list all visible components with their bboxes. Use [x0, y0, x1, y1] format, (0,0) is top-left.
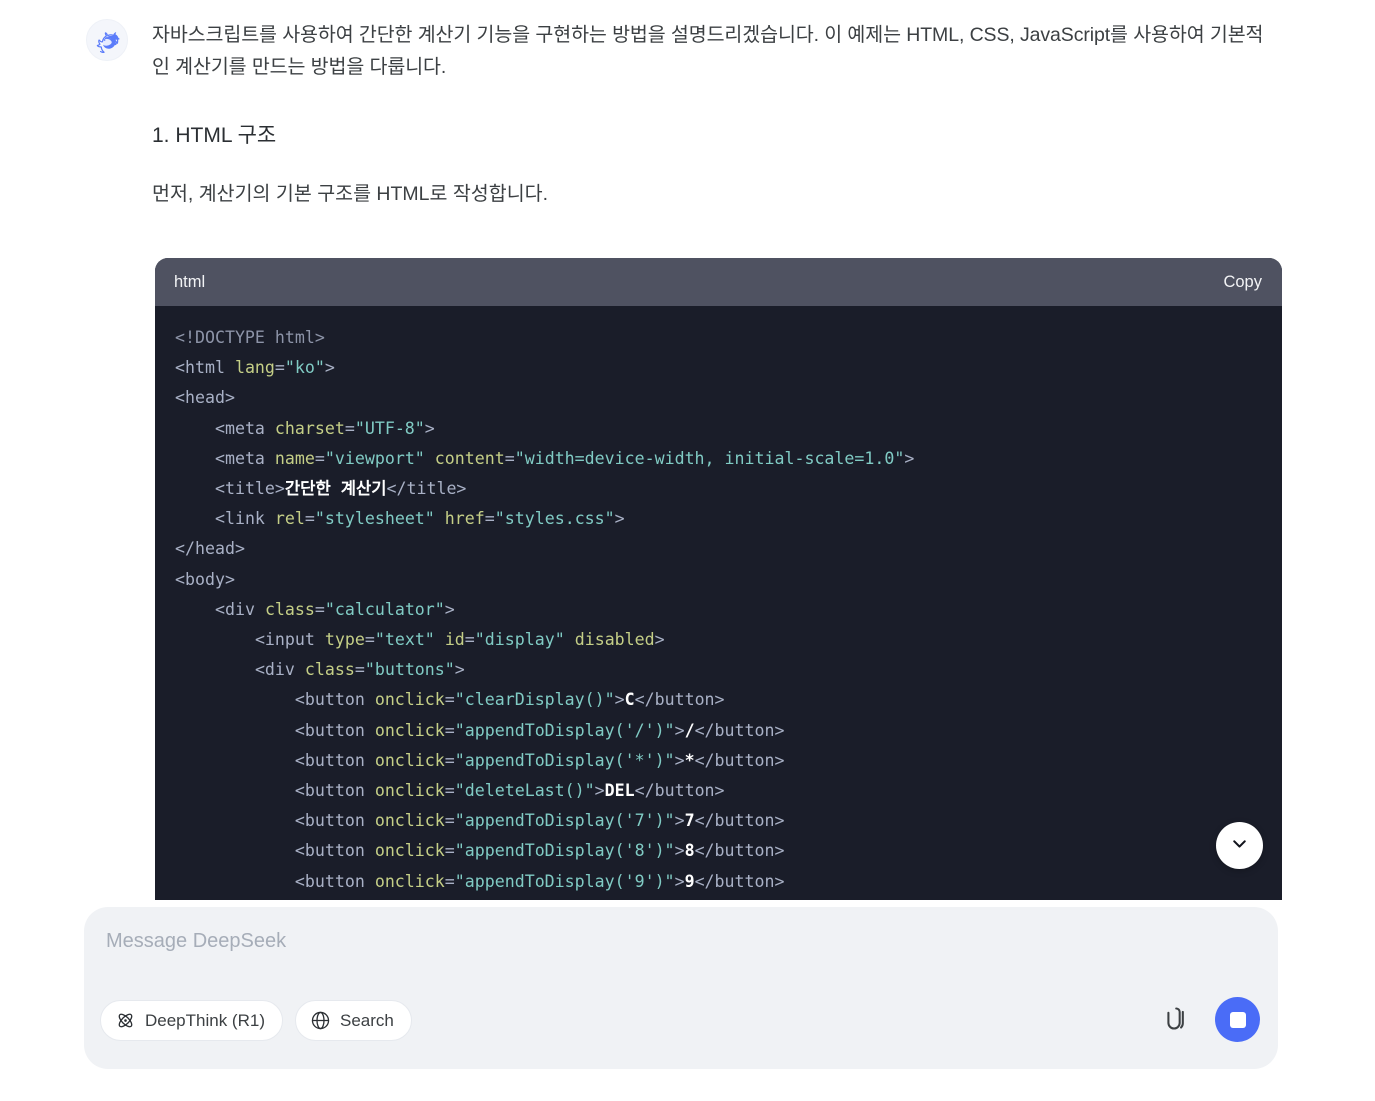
- deepseek-chat-screen: 자바스크립트를 사용하여 간단한 계산기 기능을 구현하는 방법을 설명드리겠습…: [0, 0, 1375, 1101]
- composer-mode-pills: DeepThink (R1) Search: [100, 1000, 412, 1041]
- stop-generating-button[interactable]: [1215, 997, 1260, 1042]
- message-input[interactable]: [104, 929, 1204, 954]
- assistant-message: 자바스크립트를 사용하여 간단한 계산기 기능을 구현하는 방법을 설명드리겠습…: [0, 0, 1375, 900]
- atom-icon: [115, 1010, 136, 1031]
- composer-area: DeepThink (R1) Search: [0, 900, 1375, 1101]
- copy-code-button[interactable]: Copy: [1223, 273, 1262, 292]
- deepseek-whale-logo-icon: [86, 19, 128, 61]
- search-toggle-button[interactable]: Search: [295, 1000, 412, 1041]
- composer-box: DeepThink (R1) Search: [84, 907, 1278, 1069]
- code-block-body[interactable]: <!DOCTYPE html> <html lang="ko"> <head> …: [155, 306, 1282, 900]
- code-block-header: html Copy: [155, 258, 1282, 306]
- globe-icon: [310, 1010, 331, 1031]
- deepthink-toggle-button[interactable]: DeepThink (R1): [100, 1000, 283, 1041]
- deepthink-label: DeepThink (R1): [145, 1010, 265, 1030]
- attach-file-button[interactable]: [1163, 1003, 1197, 1037]
- assistant-heading-1: 1. HTML 구조: [152, 124, 277, 148]
- composer-actions: [1163, 997, 1260, 1042]
- code-language-label: html: [174, 272, 206, 291]
- assistant-paragraph-1: 자바스크립트를 사용하여 간단한 계산기 기능을 구현하는 방법을 설명드리겠습…: [152, 24, 1264, 78]
- code-content: <!DOCTYPE html> <html lang="ko"> <head> …: [175, 328, 915, 891]
- paperclip-icon: [1167, 1005, 1193, 1034]
- assistant-prose: 자바스크립트를 사용하여 간단한 계산기 기능을 구현하는 방법을 설명드리겠습…: [152, 20, 1270, 210]
- assistant-paragraph-2: 먼저, 계산기의 기본 구조를 HTML로 작성합니다.: [152, 182, 548, 205]
- search-label: Search: [340, 1010, 394, 1030]
- stop-square-icon: [1229, 1011, 1246, 1028]
- chevron-down-icon: [1229, 833, 1250, 859]
- scroll-to-bottom-button[interactable]: [1216, 822, 1263, 869]
- code-block: html Copy <!DOCTYPE html> <html lang="ko…: [155, 258, 1282, 900]
